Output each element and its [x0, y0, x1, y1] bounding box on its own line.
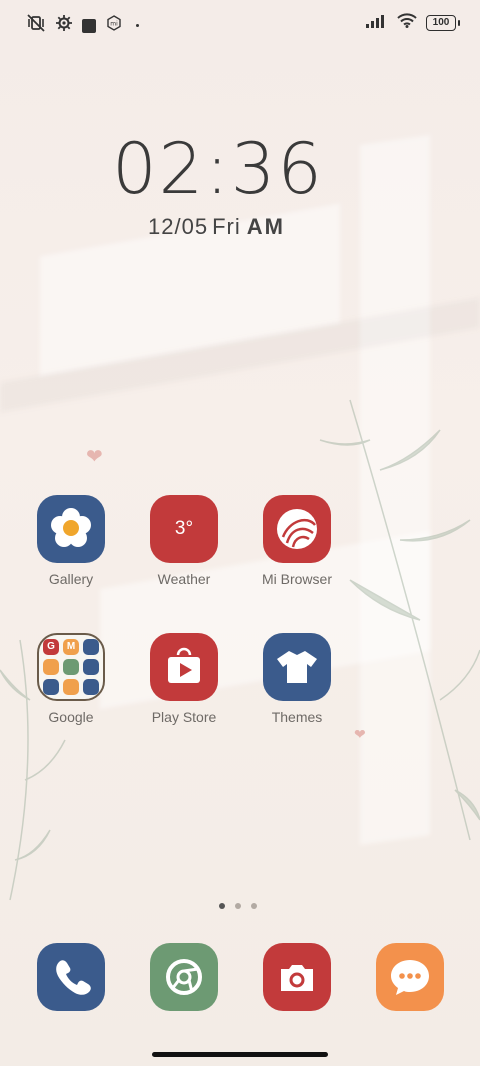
heart-decoration: ❤: [354, 726, 366, 742]
dock-phone[interactable]: [16, 943, 126, 1011]
folder-google[interactable]: G M Google: [16, 633, 126, 725]
camera-icon: [263, 943, 331, 1011]
heart-decoration: ❤: [86, 446, 103, 468]
app-mi-browser[interactable]: Mi Browser: [242, 495, 352, 587]
drive-mini-icon: [43, 659, 59, 675]
ampm-text: AM: [246, 214, 285, 239]
files-mini-icon: [83, 659, 99, 675]
app-label: Gallery: [48, 571, 94, 587]
date-text: 12/05: [148, 214, 209, 239]
assistant-mini-icon: [83, 679, 99, 695]
page-dot[interactable]: [251, 903, 257, 909]
page-indicator[interactable]: [219, 903, 257, 909]
battery-level: 100: [432, 17, 450, 28]
square-notification-icon: [82, 18, 96, 33]
play-store-icon: [150, 633, 218, 701]
gmail-mini-icon: G: [43, 639, 59, 655]
clock-time[interactable]: 02:36: [0, 128, 436, 210]
meet-mini-icon: [63, 659, 79, 675]
clock-date[interactable]: 12/05 Fri AM: [148, 214, 285, 240]
app-label: Themes: [271, 709, 323, 725]
weather-temp: 3°: [174, 518, 194, 539]
mi-hexagon-icon: mi: [106, 15, 122, 36]
home-indicator-bar[interactable]: [152, 1052, 328, 1057]
app-gallery[interactable]: Gallery: [16, 495, 126, 587]
signal-icon: [366, 14, 388, 33]
vibrate-mute-icon: [26, 14, 46, 37]
play-games-mini-icon: [63, 679, 79, 695]
settings-gear-icon: [56, 15, 72, 36]
weather-icon: 3°: [150, 495, 218, 563]
app-label: Weather: [157, 571, 211, 587]
browser-icon: [263, 495, 331, 563]
app-play-store[interactable]: Play Store: [129, 633, 239, 725]
photos-mini-icon: [43, 679, 59, 695]
status-bar: mi 100: [0, 0, 480, 46]
phone-icon: [37, 943, 105, 1011]
battery-icon: 100: [426, 15, 460, 31]
dock-chrome[interactable]: [129, 943, 239, 1011]
flower-icon: [37, 495, 105, 563]
dot-icon: [136, 24, 139, 27]
page-dot[interactable]: [235, 903, 241, 909]
page-dot-active[interactable]: [219, 903, 225, 909]
dock-camera[interactable]: [242, 943, 352, 1011]
status-bar-right: 100: [366, 13, 460, 33]
message-icon: [376, 943, 444, 1011]
weekday-text: Fri: [212, 214, 241, 239]
app-themes[interactable]: Themes: [242, 633, 352, 725]
tshirt-icon: [263, 633, 331, 701]
gmail-m-mini-icon: M: [63, 639, 79, 655]
svg-text:mi: mi: [110, 21, 118, 28]
app-label: Google: [48, 709, 94, 725]
app-label: Play Store: [151, 709, 217, 725]
dock-messages[interactable]: [355, 943, 465, 1011]
app-label: Mi Browser: [261, 571, 332, 587]
chrome-icon: [150, 943, 218, 1011]
status-bar-left: mi: [26, 14, 139, 37]
app-weather[interactable]: 3° Weather: [129, 495, 239, 587]
folder-icon: G M: [37, 633, 105, 701]
wifi-icon: [397, 13, 417, 33]
maps-mini-icon: [83, 639, 99, 655]
